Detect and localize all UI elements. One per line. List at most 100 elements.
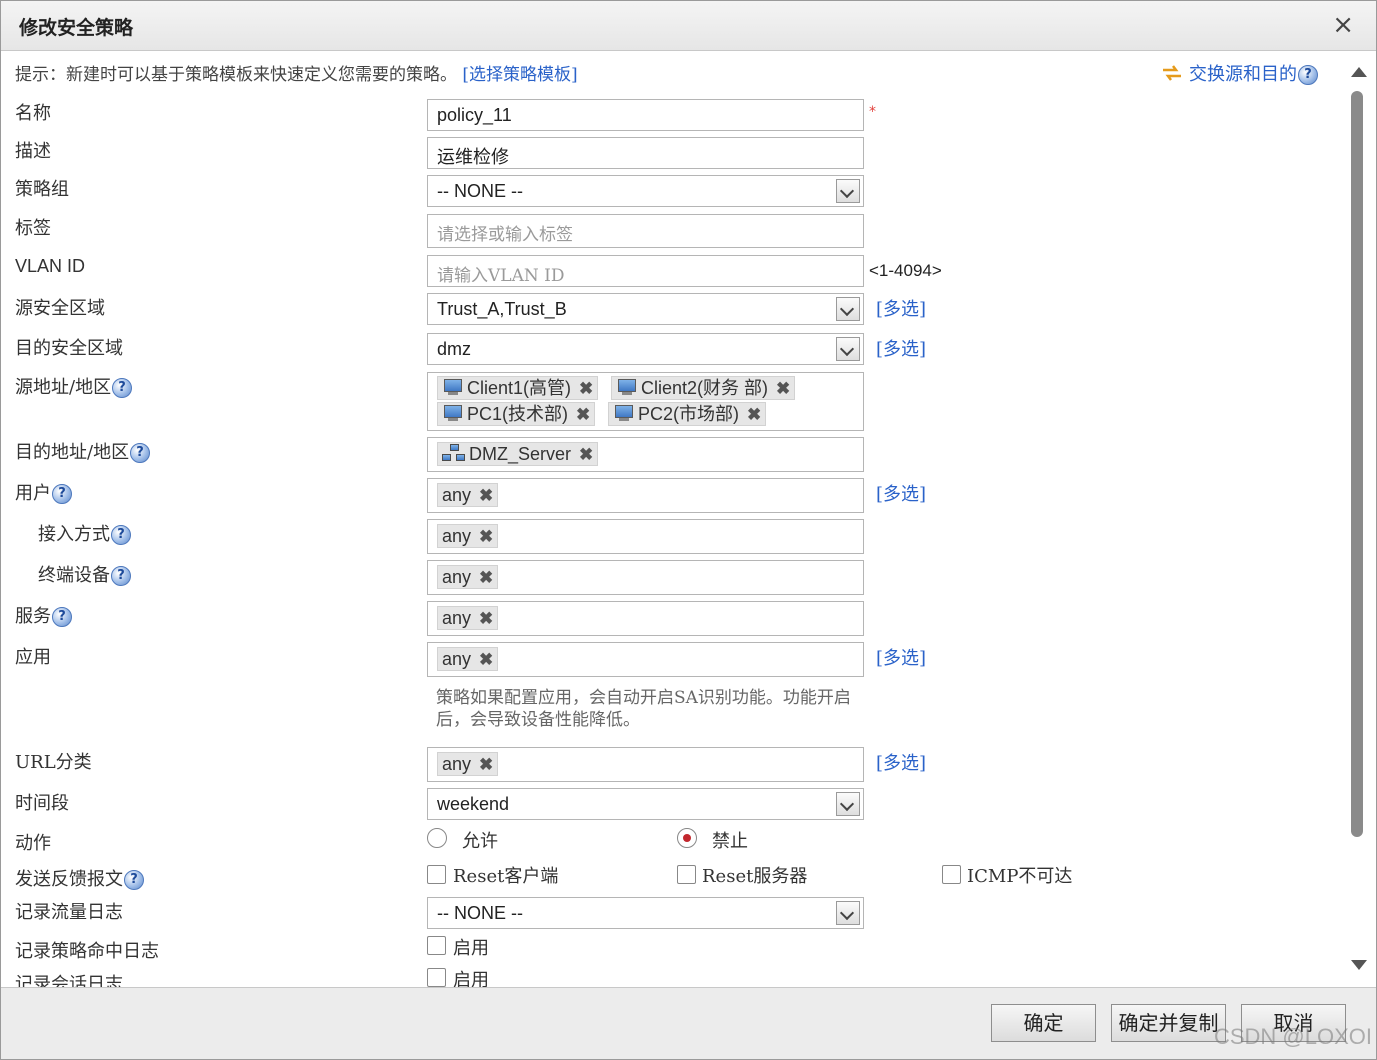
time-select[interactable]: weekend (427, 788, 864, 820)
traffic-log-value: -- NONE -- (437, 903, 523, 923)
swap-arrows-icon (1163, 65, 1182, 81)
dst-zone-select[interactable]: dmz (427, 333, 864, 365)
access-box[interactable]: any ✖ (427, 519, 864, 554)
service-label-text: 服务 (15, 606, 51, 627)
src-addr-tag-text: PC2(市场部) (638, 404, 740, 424)
dst-addr-label: 目的地址/地区? (15, 438, 151, 464)
src-zone-value: Trust_A,Trust_B (437, 299, 567, 319)
dialog-titlebar: 修改安全策略 × (1, 1, 1376, 51)
remove-icon[interactable]: ✖ (479, 486, 493, 505)
chevron-down-icon[interactable] (836, 337, 860, 361)
vertical-scrollbar[interactable] (1348, 52, 1370, 987)
group-select[interactable]: -- NONE -- (427, 175, 864, 207)
dialog-body: 提示：新建时可以基于策略模板来快速定义您需要的策略。 [选择策略模板] 交换源和… (3, 52, 1348, 987)
user-label-text: 用户 (15, 483, 51, 504)
scroll-down-icon[interactable] (1351, 960, 1367, 970)
help-icon[interactable]: ? (111, 566, 131, 586)
device-label-text: 终端设备 (38, 565, 110, 586)
desc-input[interactable]: 运维检修 (427, 137, 864, 169)
allow-radio[interactable] (427, 828, 447, 848)
tag-input[interactable]: 请选择或输入标签 (427, 214, 864, 248)
src-addr-tag-text: Client2(财务 部) (641, 378, 769, 398)
reset-server-label: Reset服务器 (702, 866, 808, 887)
app-box[interactable]: any ✖ (427, 642, 864, 677)
ok-copy-button[interactable]: 确定并复制 (1111, 1004, 1226, 1042)
time-value: weekend (437, 794, 510, 814)
src-addr-box[interactable]: Client1(高管) ✖ Client2(财务 部) ✖ PC1(技术部) ✖ PC… (427, 372, 864, 431)
session-log-checkbox[interactable] (427, 968, 446, 987)
service-tag-text: any (442, 608, 472, 628)
remove-icon[interactable]: ✖ (576, 405, 590, 424)
tag-label: 标签 (15, 218, 51, 239)
remove-icon[interactable]: ✖ (479, 568, 493, 587)
user-box[interactable]: any ✖ (427, 478, 864, 513)
close-icon[interactable]: × (1332, 9, 1354, 41)
help-icon[interactable]: ? (111, 525, 131, 545)
feedback-label-text: 发送反馈报文 (15, 869, 123, 890)
hint-text: 提示：新建时可以基于策略模板来快速定义您需要的策略。 [选择策略模板] (15, 60, 578, 85)
group-label: 策略组 (15, 179, 69, 200)
chevron-down-icon[interactable] (836, 901, 860, 925)
src-zone-multi-link[interactable]: [多选] (876, 295, 926, 321)
reset-server-checkbox[interactable] (677, 865, 696, 884)
traffic-log-select[interactable]: -- NONE -- (427, 897, 864, 929)
name-input[interactable]: policy_11 (427, 99, 864, 131)
device-box[interactable]: any ✖ (427, 560, 864, 595)
help-icon[interactable]: ? (112, 378, 133, 398)
dst-zone-label: 目的安全区域 (15, 338, 123, 359)
remove-icon[interactable]: ✖ (747, 405, 761, 424)
action-label: 动作 (15, 833, 51, 854)
chevron-down-icon[interactable] (836, 179, 860, 203)
chevron-down-icon[interactable] (836, 297, 860, 321)
ok-button[interactable]: 确定 (991, 1004, 1096, 1042)
remove-icon[interactable]: ✖ (479, 755, 493, 774)
scroll-up-icon[interactable] (1351, 67, 1367, 77)
watermark: CSDN @LOXOI (1213, 1024, 1372, 1049)
remove-icon[interactable]: ✖ (479, 609, 493, 628)
dst-addr-tag: DMZ_Server ✖ (437, 442, 599, 466)
vlan-input[interactable]: 请输入VLAN ID (427, 255, 864, 287)
chevron-down-icon[interactable] (836, 792, 860, 816)
help-icon[interactable]: ? (52, 607, 72, 627)
select-template-link[interactable]: [选择策略模板] (462, 65, 577, 85)
hit-log-label: 记录策略命中日志 (15, 941, 159, 962)
deny-radio[interactable] (677, 828, 697, 848)
icmp-unreachable-checkbox[interactable] (942, 865, 961, 884)
url-multi-link[interactable]: [多选] (876, 749, 926, 775)
src-zone-select[interactable]: Trust_A,Trust_B (427, 293, 864, 325)
app-multi-link[interactable]: [多选] (876, 644, 926, 670)
remove-icon[interactable]: ✖ (579, 445, 593, 464)
deny-label: 禁止 (712, 831, 748, 852)
service-box[interactable]: any ✖ (427, 601, 864, 636)
reset-client-checkbox[interactable] (427, 865, 446, 884)
swap-source-dest-link[interactable]: 交换源和目的? (1161, 60, 1318, 86)
help-icon[interactable]: ? (130, 443, 151, 463)
url-tag-text: any (442, 754, 472, 774)
user-label: 用户? (15, 479, 72, 505)
required-mark: * (869, 104, 876, 120)
service-label: 服务? (15, 602, 72, 628)
help-icon[interactable]: ? (52, 484, 72, 504)
access-label-text: 接入方式 (38, 524, 110, 545)
src-addr-label-text: 源地址/地区 (15, 377, 112, 398)
remove-icon[interactable]: ✖ (776, 379, 790, 398)
src-addr-tag: PC2(市场部) ✖ (608, 402, 767, 426)
help-icon[interactable]: ? (124, 870, 144, 890)
app-label: 应用 (15, 647, 51, 668)
dst-zone-multi-link[interactable]: [多选] (876, 335, 926, 361)
device-tag-text: any (442, 567, 472, 587)
remove-icon[interactable]: ✖ (579, 379, 593, 398)
remove-icon[interactable]: ✖ (479, 527, 493, 546)
user-multi-link[interactable]: [多选] (876, 480, 926, 506)
access-tag: any ✖ (437, 524, 499, 548)
help-icon[interactable]: ? (1298, 65, 1318, 85)
session-log-label: 记录会话日志 (15, 974, 123, 987)
url-box[interactable]: any ✖ (427, 747, 864, 782)
remove-icon[interactable]: ✖ (479, 650, 493, 669)
scroll-thumb[interactable] (1351, 91, 1363, 837)
app-note: 策略如果配置应用，会自动开启SA识别功能。功能开启后，会导致设备性能降低。 (436, 688, 851, 730)
hit-log-checkbox[interactable] (427, 936, 446, 955)
dst-addr-box[interactable]: DMZ_Server ✖ (427, 437, 864, 472)
src-addr-tag: Client1(高管) ✖ (437, 376, 599, 400)
access-tag-text: any (442, 526, 472, 546)
